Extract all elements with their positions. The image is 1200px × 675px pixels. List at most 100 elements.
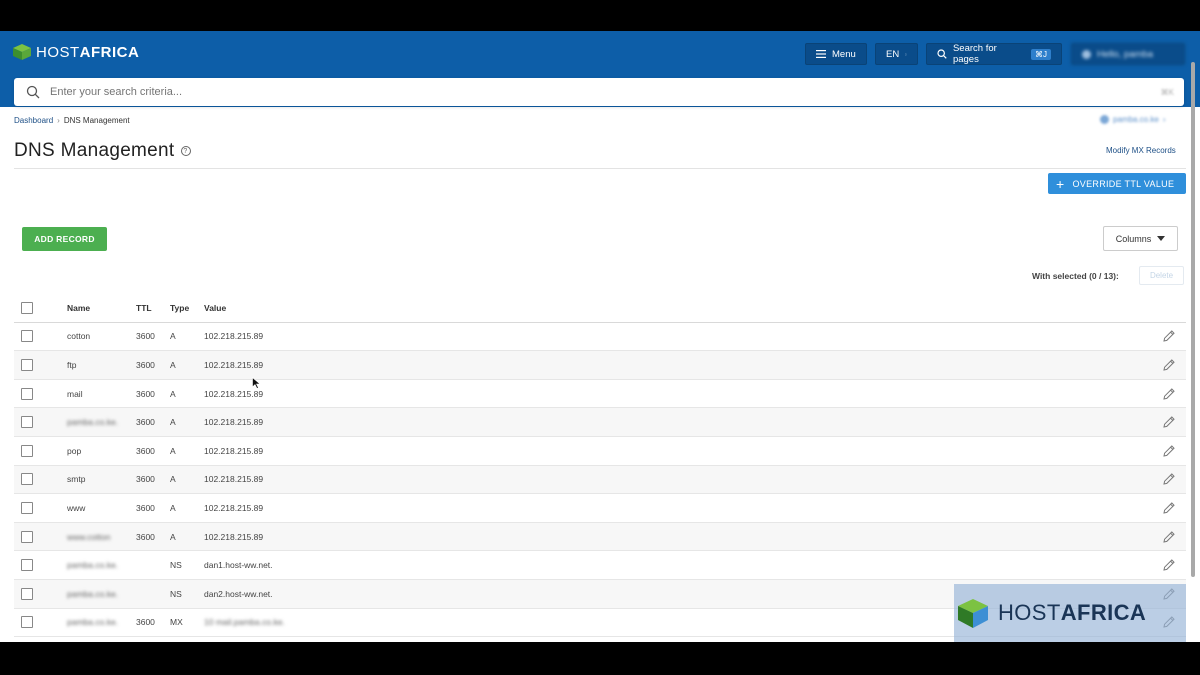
language-label: EN: [886, 48, 900, 60]
record-ttl: 3600: [136, 417, 155, 428]
add-record-button[interactable]: ADD RECORD: [22, 227, 107, 251]
record-type: NS: [170, 560, 182, 571]
record-value: 10 mail.pamba.co.ke.: [204, 617, 285, 628]
search-pages-button[interactable]: Search for pages ⌘J: [926, 43, 1062, 65]
row-checkbox[interactable]: [21, 559, 33, 572]
column-header-name[interactable]: Name: [67, 303, 90, 313]
mouse-cursor-icon: [252, 377, 261, 389]
record-type: A: [170, 445, 176, 456]
row-checkbox[interactable]: [21, 387, 33, 400]
app-window: HOSTAFRICA Menu EN Search for pages ⌘J H…: [0, 31, 1200, 642]
row-checkbox[interactable]: [21, 444, 33, 457]
menu-button-label: Menu: [832, 48, 856, 60]
record-ttl: 3600: [136, 445, 155, 456]
search-input[interactable]: [50, 86, 1161, 98]
override-ttl-button[interactable]: + OVERRIDE TTL VALUE: [1048, 173, 1186, 194]
table-row: pamba.co.ke. 3600 A 102.218.215.89: [14, 408, 1186, 437]
edit-pencil-icon[interactable]: [1162, 530, 1176, 544]
table-row: cotton 3600 A 102.218.215.89: [14, 323, 1186, 352]
columns-label: Columns: [1115, 233, 1152, 244]
record-name: pamba.co.ke.: [67, 617, 119, 628]
caret-down-icon: [1157, 236, 1166, 241]
domain-selector-value: pamba.co.ke: [1113, 115, 1159, 124]
search-pages-shortcut: ⌘J: [1031, 48, 1051, 60]
record-ttl: 3600: [136, 388, 155, 399]
record-name: mail: [67, 388, 83, 399]
row-checkbox[interactable]: [21, 530, 33, 543]
column-header-type[interactable]: Type: [170, 303, 189, 313]
table-row: mail 3600 A 102.218.215.89: [14, 380, 1186, 409]
override-ttl-label: OVERRIDE TTL VALUE: [1072, 178, 1175, 189]
user-menu-button[interactable]: Hello, pamba: [1071, 43, 1185, 65]
record-value: 102.218.215.89: [204, 417, 264, 428]
search-pages-label: Search for pages: [952, 43, 997, 65]
record-name: pamba.co.ke.: [67, 417, 119, 428]
record-ttl: 3600: [136, 331, 155, 342]
page-title: DNS Management ?: [14, 140, 191, 162]
edit-pencil-icon[interactable]: [1162, 415, 1176, 429]
watermark-cube-icon: [958, 599, 988, 628]
select-all-checkbox[interactable]: [21, 301, 33, 314]
record-name: ftp: [67, 359, 77, 370]
hostafrica-logo[interactable]: HOSTAFRICA: [12, 43, 139, 61]
delete-button[interactable]: Delete: [1139, 266, 1184, 285]
row-checkbox[interactable]: [21, 330, 33, 343]
record-type: A: [170, 474, 176, 485]
record-value: dan1.host-ww.net.: [204, 560, 273, 571]
language-select[interactable]: EN: [875, 43, 918, 65]
record-value: 102.218.215.89: [204, 531, 264, 542]
search-icon: [937, 49, 947, 59]
page-scrollbar[interactable]: [1189, 59, 1197, 584]
edit-pencil-icon[interactable]: [1162, 444, 1176, 458]
table-row: pamba.co.ke. NS dan1.host-ww.net.: [14, 551, 1186, 580]
record-type: A: [170, 417, 176, 428]
domain-selector[interactable]: pamba.co.ke ›: [1100, 115, 1165, 124]
record-type: A: [170, 388, 176, 399]
column-header-ttl[interactable]: TTL: [136, 303, 152, 313]
breadcrumb-separator: ›: [57, 116, 60, 125]
hostafrica-watermark: HOSTAFRICA: [954, 584, 1186, 642]
edit-pencil-icon[interactable]: [1162, 387, 1176, 401]
row-checkbox[interactable]: [21, 616, 33, 629]
row-checkbox[interactable]: [21, 473, 33, 486]
edit-pencil-icon[interactable]: [1162, 558, 1176, 572]
edit-pencil-icon[interactable]: [1162, 358, 1176, 372]
breadcrumb-dashboard[interactable]: Dashboard: [14, 116, 53, 125]
record-type: MX: [170, 617, 183, 628]
table-header-row: Name TTL Type Value: [14, 294, 1186, 323]
logo-cube-icon: [13, 44, 31, 60]
title-divider: [14, 168, 1186, 169]
record-ttl: 3600: [136, 531, 155, 542]
table-row: www.cotton 3600 A 102.218.215.89: [14, 522, 1186, 552]
row-checkbox[interactable]: [21, 501, 33, 514]
record-ttl: 3600: [136, 359, 155, 370]
scrollbar-thumb[interactable]: [1191, 62, 1195, 577]
table-row: pop 3600 A 102.218.215.89: [14, 437, 1186, 466]
edit-pencil-icon[interactable]: [1162, 329, 1176, 343]
row-checkbox[interactable]: [21, 587, 33, 600]
edit-pencil-icon[interactable]: [1162, 501, 1176, 515]
record-name: www.cotton: [67, 531, 111, 542]
row-checkbox[interactable]: [21, 416, 33, 429]
row-checkbox[interactable]: [21, 358, 33, 371]
edit-pencil-icon[interactable]: [1162, 472, 1176, 486]
record-name: smtp: [67, 474, 86, 485]
plus-icon: +: [1056, 175, 1065, 192]
columns-dropdown[interactable]: Columns: [1103, 226, 1178, 251]
column-header-value[interactable]: Value: [204, 303, 226, 313]
record-ttl: 3600: [136, 474, 155, 485]
global-search-bar[interactable]: ⌘K: [14, 78, 1184, 106]
modify-mx-records-link[interactable]: Modify MX Records: [1106, 146, 1176, 155]
record-value: 102.218.215.89: [204, 502, 264, 513]
record-value: dan2.host-ww.net.: [204, 588, 273, 599]
record-value: 102.218.215.89: [204, 331, 264, 342]
record-ttl: 3600: [136, 502, 155, 513]
help-icon[interactable]: ?: [180, 146, 191, 156]
user-avatar-icon: [1082, 49, 1091, 59]
record-value: 102.218.215.89: [204, 474, 264, 485]
record-type: A: [170, 331, 176, 342]
top-navigation-bar: HOSTAFRICA Menu EN Search for pages ⌘J H…: [0, 31, 1200, 107]
menu-button[interactable]: Menu: [805, 43, 867, 65]
record-type: NS: [170, 588, 182, 599]
record-ttl: 3600: [136, 617, 155, 628]
